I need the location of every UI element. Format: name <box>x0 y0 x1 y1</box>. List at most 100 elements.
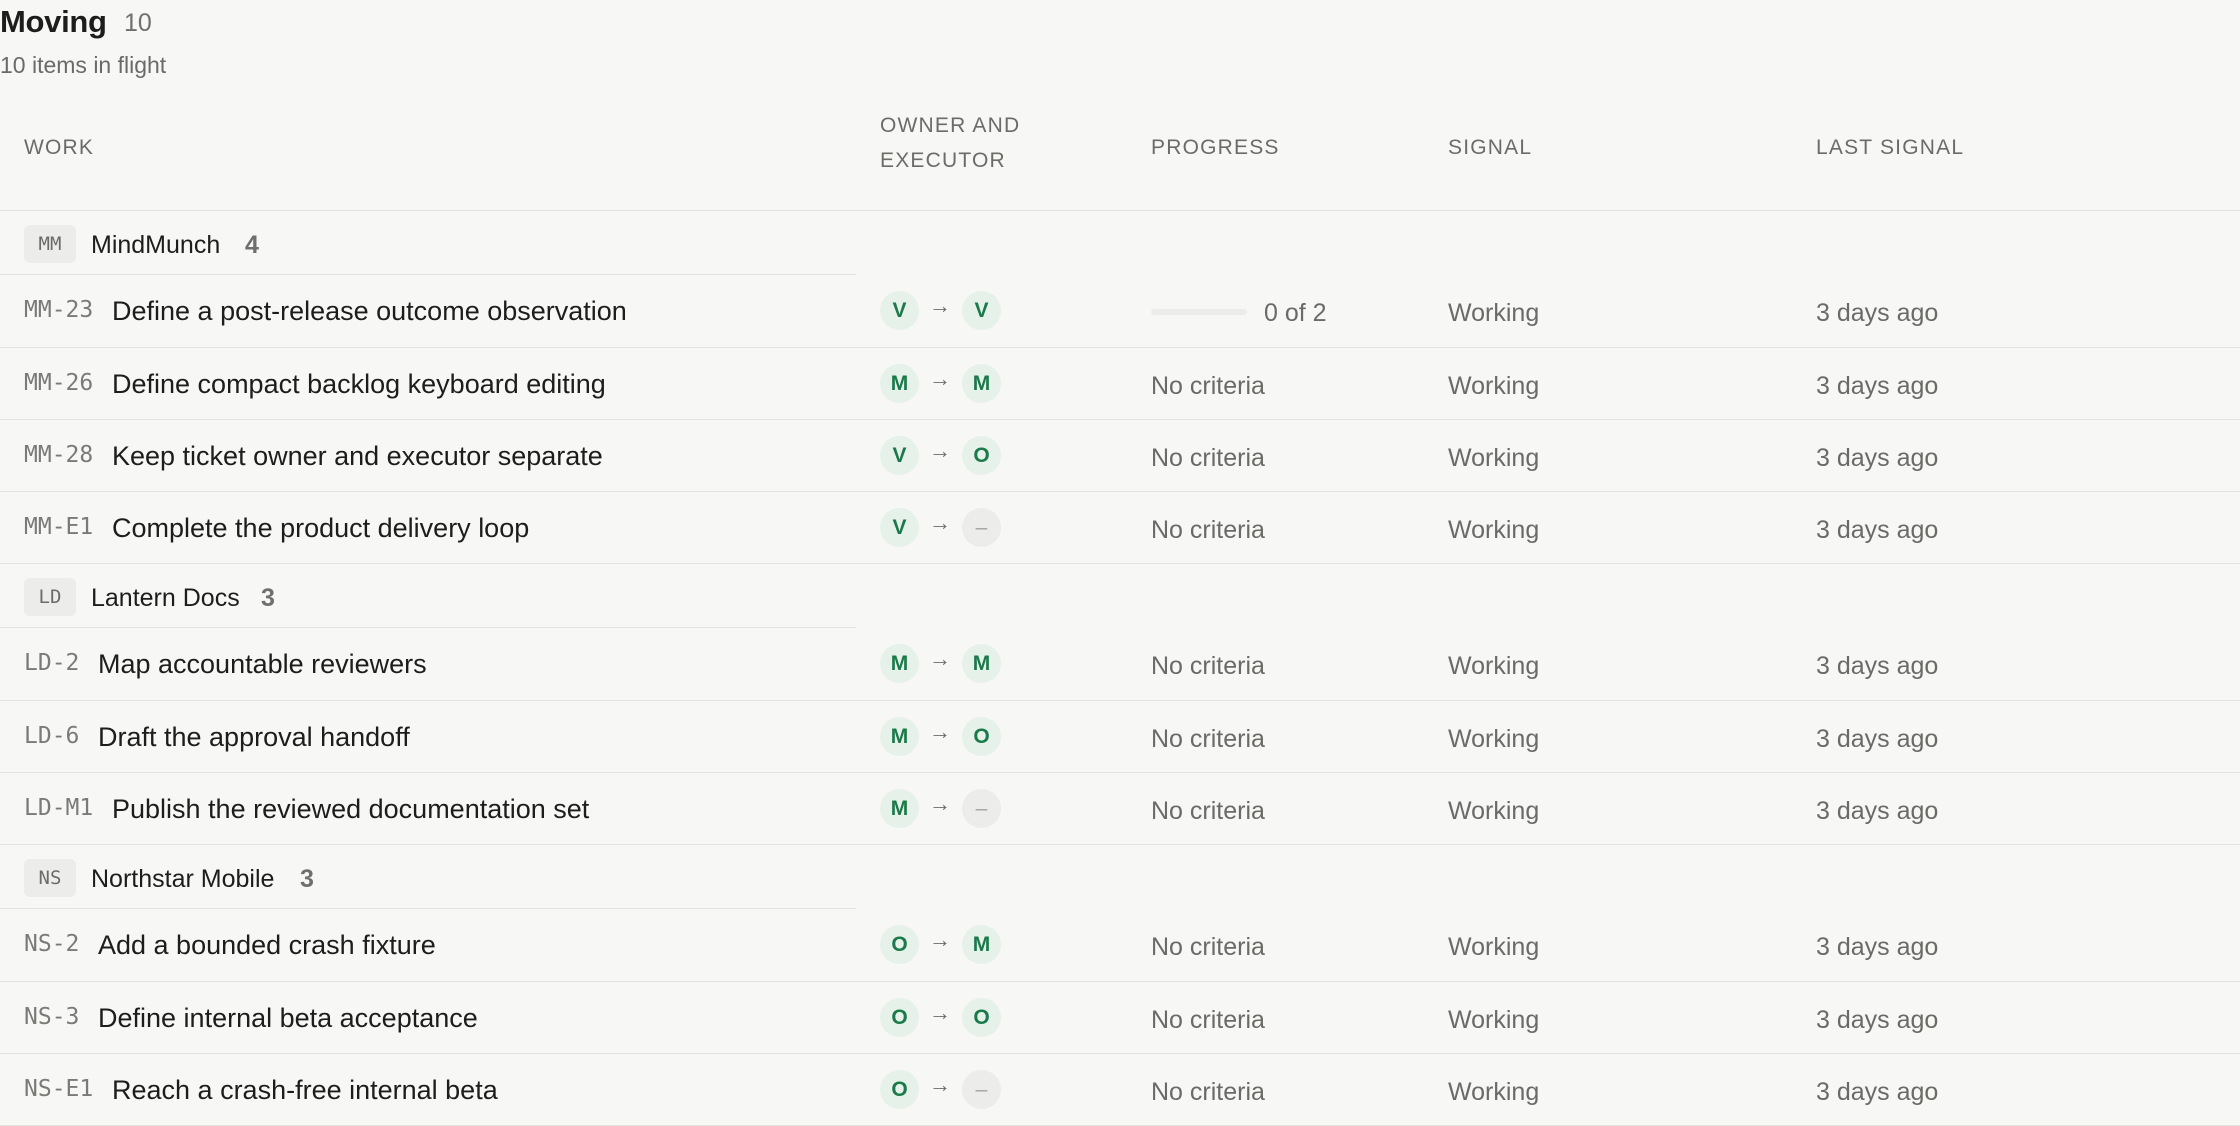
group-badge: MM <box>24 225 76 263</box>
progress-text: No criteria <box>1151 652 1265 680</box>
progress-text: No criteria <box>1151 516 1265 544</box>
group-badge: NS <box>24 859 76 897</box>
executor-avatar[interactable]: – <box>962 789 1001 828</box>
arrow-right-icon: → <box>929 510 951 535</box>
ticket-title[interactable]: Define compact backlog keyboard editing <box>112 369 606 400</box>
table-row[interactable]: MM-E1 Complete the product delivery loop V… <box>0 492 2240 564</box>
ticket-title[interactable]: Define a post-release outcome observatio… <box>112 296 627 327</box>
executor-avatar[interactable]: – <box>962 1070 1001 1109</box>
progress-text: No criteria <box>1151 725 1265 753</box>
table-row[interactable]: NS-2 Add a bounded crash fixture O → M No cri… <box>0 909 2240 982</box>
signal-text: Working <box>1448 299 1540 327</box>
group-name: Northstar Mobile <box>91 865 275 893</box>
executor-avatar[interactable]: O <box>962 717 1001 756</box>
executor-avatar[interactable]: O <box>962 998 1001 1037</box>
arrow-right-icon: → <box>929 927 951 952</box>
signal-text: Working <box>1448 1078 1540 1106</box>
signal-text: Working <box>1448 933 1540 961</box>
group-name: MindMunch <box>91 231 221 259</box>
ticket-id[interactable]: NS-3 <box>24 1004 79 1030</box>
executor-avatar[interactable]: M <box>962 364 1001 403</box>
column-owner-line1[interactable]: OWNER AND <box>880 108 1020 143</box>
executor-avatar[interactable]: M <box>962 925 1001 964</box>
ticket-title[interactable]: Reach a crash-free internal beta <box>112 1075 498 1106</box>
ticket-id[interactable]: NS-E1 <box>24 1076 93 1102</box>
owner-avatar[interactable]: O <box>880 925 919 964</box>
executor-avatar[interactable]: V <box>962 291 1001 330</box>
column-work[interactable]: WORK <box>24 130 94 165</box>
ticket-title[interactable]: Publish the reviewed documentation set <box>112 794 589 825</box>
ticket-title[interactable]: Map accountable reviewers <box>98 649 427 680</box>
signal-text: Working <box>1448 797 1540 825</box>
group-count: 4 <box>245 231 259 259</box>
arrow-right-icon: → <box>929 791 951 816</box>
executor-avatar[interactable]: – <box>962 508 1001 547</box>
signal-text: Working <box>1448 372 1540 400</box>
signal-text: Working <box>1448 725 1540 753</box>
group-count: 3 <box>300 865 314 893</box>
page-header: Moving 10 10 items in flight <box>0 0 2240 86</box>
owner-avatar[interactable]: M <box>880 717 919 756</box>
ticket-id[interactable]: MM-26 <box>24 370 93 396</box>
table-row[interactable]: NS-E1 Reach a crash-free internal beta O → –… <box>0 1054 2240 1126</box>
owner-avatar[interactable]: V <box>880 436 919 475</box>
ticket-id[interactable]: LD-M1 <box>24 795 93 821</box>
ticket-id[interactable]: NS-2 <box>24 931 79 957</box>
table-header: WORK OWNER AND EXECUTOR PROGRESS SIGNAL … <box>0 86 2240 211</box>
last-signal-text: 3 days ago <box>1816 1078 1939 1106</box>
column-owner-line2[interactable]: EXECUTOR <box>880 143 1006 178</box>
ticket-id[interactable]: LD-2 <box>24 650 79 676</box>
group-header[interactable]: LD Lantern Docs 3 <box>0 564 2240 628</box>
progress-text: No criteria <box>1151 372 1265 400</box>
owner-avatar[interactable]: O <box>880 998 919 1037</box>
ticket-id[interactable]: LD-6 <box>24 723 79 749</box>
column-progress[interactable]: PROGRESS <box>1151 130 1280 165</box>
column-signal[interactable]: SIGNAL <box>1448 130 1532 165</box>
table-body: MM MindMunch 4 MM-23 Define a post-release o… <box>0 211 2240 1126</box>
column-last-signal[interactable]: LAST SIGNAL <box>1816 130 1964 165</box>
owner-avatar[interactable]: M <box>880 364 919 403</box>
progress-bar <box>1151 309 1247 315</box>
owner-avatar[interactable]: O <box>880 1070 919 1109</box>
executor-avatar[interactable]: O <box>962 436 1001 475</box>
last-signal-text: 3 days ago <box>1816 516 1939 544</box>
owner-avatar[interactable]: M <box>880 789 919 828</box>
ticket-id[interactable]: MM-23 <box>24 297 93 323</box>
last-signal-text: 3 days ago <box>1816 299 1939 327</box>
last-signal-text: 3 days ago <box>1816 797 1939 825</box>
arrow-right-icon: → <box>929 719 951 744</box>
group-count: 3 <box>261 584 275 612</box>
table-row[interactable]: LD-2 Map accountable reviewers M → M No crite… <box>0 628 2240 701</box>
table-row[interactable]: MM-26 Define compact backlog keyboard edi… <box>0 348 2240 420</box>
progress-text: 0 of 2 <box>1264 299 1327 327</box>
ticket-title[interactable]: Define internal beta acceptance <box>98 1003 478 1034</box>
last-signal-text: 3 days ago <box>1816 725 1939 753</box>
arrow-right-icon: → <box>929 366 951 391</box>
table-row[interactable]: NS-3 Define internal beta acceptance O → O No… <box>0 982 2240 1054</box>
table-row[interactable]: LD-M1 Publish the reviewed documentation … <box>0 773 2240 845</box>
progress-text: No criteria <box>1151 933 1265 961</box>
table-row[interactable]: MM-23 Define a post-release outcome obser… <box>0 275 2240 348</box>
owner-avatar[interactable]: M <box>880 644 919 683</box>
signal-text: Working <box>1448 516 1540 544</box>
page-subtitle: 10 items in flight <box>0 52 167 78</box>
ticket-title[interactable]: Add a bounded crash fixture <box>98 930 436 961</box>
page-title: Moving <box>0 4 107 39</box>
ticket-id[interactable]: MM-28 <box>24 442 93 468</box>
page-count: 10 <box>124 9 152 37</box>
owner-avatar[interactable]: V <box>880 508 919 547</box>
ticket-title[interactable]: Complete the product delivery loop <box>112 513 529 544</box>
table-row[interactable]: LD-6 Draft the approval handoff M → O No crit… <box>0 701 2240 773</box>
owner-avatar[interactable]: V <box>880 291 919 330</box>
arrow-right-icon: → <box>929 1072 951 1097</box>
ticket-title[interactable]: Keep ticket owner and executor separate <box>112 441 603 472</box>
ticket-title[interactable]: Draft the approval handoff <box>98 722 410 753</box>
ticket-id[interactable]: MM-E1 <box>24 514 93 540</box>
last-signal-text: 3 days ago <box>1816 652 1939 680</box>
group-header[interactable]: MM MindMunch 4 <box>0 211 2240 275</box>
last-signal-text: 3 days ago <box>1816 1006 1939 1034</box>
group-header[interactable]: NS Northstar Mobile 3 <box>0 845 2240 909</box>
table-row[interactable]: MM-28 Keep ticket owner and executor sepa… <box>0 420 2240 492</box>
progress-text: No criteria <box>1151 444 1265 472</box>
executor-avatar[interactable]: M <box>962 644 1001 683</box>
